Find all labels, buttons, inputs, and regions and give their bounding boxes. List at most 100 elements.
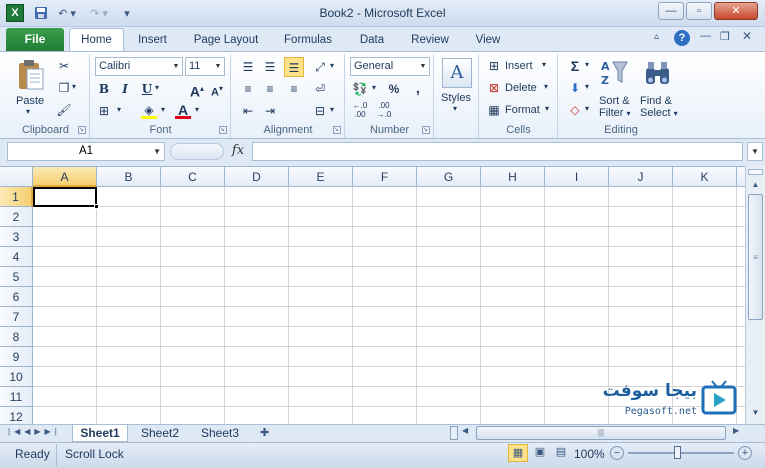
normal-view-icon[interactable]: ▦ <box>508 444 528 462</box>
insert-cells-icon[interactable]: ⊞ <box>484 56 504 76</box>
font-launcher-icon[interactable]: ↘ <box>219 126 227 134</box>
chevron-down-icon[interactable]: ▼ <box>170 58 182 75</box>
row-header-8[interactable]: 8 <box>0 327 33 347</box>
font-color-dropdown-icon[interactable]: ▾ <box>195 105 199 114</box>
wrap-text-icon[interactable]: ⏎ <box>310 79 330 99</box>
paste-icon[interactable] <box>14 57 48 93</box>
orientation-dropdown-icon[interactable]: ▾ <box>330 61 334 70</box>
tab-review[interactable]: Review <box>404 30 456 51</box>
zoom-out-icon[interactable]: − <box>610 446 624 460</box>
maximize-icon[interactable]: ▫ <box>686 2 712 20</box>
increase-indent-icon[interactable]: ⇥ <box>260 101 280 121</box>
format-cells-button[interactable]: Format <box>505 104 540 116</box>
number-format-combo[interactable]: General ▼ <box>350 57 430 76</box>
align-center-icon[interactable]: ≡ <box>260 79 280 99</box>
column-header-g[interactable]: G <box>417 167 481 187</box>
name-box[interactable]: A1 ▼ <box>7 142 165 161</box>
orientation-icon[interactable]: ⤢ <box>310 57 330 77</box>
find-select-dropdown-icon[interactable]: ▾ <box>674 109 678 118</box>
shrink-font-icon[interactable]: A▾ <box>207 79 227 99</box>
align-middle-icon[interactable]: ☰ <box>260 57 280 77</box>
row-header-1[interactable]: 1 <box>0 187 33 207</box>
column-header-b[interactable]: B <box>97 167 161 187</box>
alignment-launcher-icon[interactable]: ↘ <box>333 126 341 134</box>
tab-formulas[interactable]: Formulas <box>276 30 340 51</box>
decrease-decimal-icon[interactable]: .00 →.0 <box>374 101 394 121</box>
delete-cells-button[interactable]: Delete <box>505 82 537 94</box>
row-header-6[interactable]: 6 <box>0 287 33 307</box>
row-header-4[interactable]: 4 <box>0 247 33 267</box>
column-header-e[interactable]: E <box>289 167 353 187</box>
sort-filter-button[interactable]: Filter ▾ <box>599 107 631 119</box>
zoom-level[interactable]: 100% <box>574 447 605 461</box>
split-box-icon[interactable] <box>748 169 763 175</box>
insert-function-button[interactable]: fx <box>226 142 250 161</box>
scroll-right-icon[interactable]: ▶ <box>733 426 739 435</box>
italic-button[interactable]: I <box>115 79 135 99</box>
borders-icon[interactable]: ⊞ <box>94 101 114 121</box>
paste-dropdown-icon[interactable]: ▾ <box>26 107 30 116</box>
fill-color-icon[interactable]: ◈ <box>139 100 159 120</box>
minimize-ribbon-icon[interactable]: ▵ <box>654 31 659 42</box>
comma-style-button[interactable]: , <box>408 78 428 98</box>
sheet-nav-icons[interactable]: |◀◀▶▶| <box>8 427 61 436</box>
sheet-tab-1[interactable]: Sheet1 <box>72 425 128 442</box>
sort-filter-dropdown-icon[interactable]: ▾ <box>627 109 631 118</box>
column-header-h[interactable]: H <box>481 167 545 187</box>
align-top-icon[interactable]: ☰ <box>238 57 258 77</box>
column-header-j[interactable]: J <box>609 167 673 187</box>
row-header-7[interactable]: 7 <box>0 307 33 327</box>
column-header-k[interactable]: K <box>673 167 737 187</box>
cut-icon[interactable]: ✂ <box>54 56 74 76</box>
name-box-dropdown-icon[interactable]: ▼ <box>153 143 161 160</box>
bold-button[interactable]: B <box>94 79 114 99</box>
align-bottom-icon[interactable]: ☰ <box>284 57 304 77</box>
delete-cells-icon[interactable]: ⊠ <box>484 78 504 98</box>
format-dropdown-icon[interactable]: ▾ <box>545 104 549 113</box>
clipboard-launcher-icon[interactable]: ↘ <box>78 126 86 134</box>
insert-dropdown-icon[interactable]: ▾ <box>542 60 546 69</box>
find-select-icon[interactable] <box>643 58 673 88</box>
horizontal-scroll-thumb[interactable]: ||| <box>476 426 726 440</box>
copy-icon[interactable]: ❐ <box>54 78 74 98</box>
clear-icon[interactable]: ◇ <box>565 100 585 120</box>
align-right-icon[interactable]: ≡ <box>284 79 304 99</box>
clear-dropdown-icon[interactable]: ▾ <box>585 104 589 113</box>
column-header-d[interactable]: D <box>225 167 289 187</box>
insert-cells-button[interactable]: Insert <box>505 60 533 72</box>
format-cells-icon[interactable]: ▦ <box>484 100 504 120</box>
align-left-icon[interactable]: ≡ <box>238 79 258 99</box>
font-size-combo[interactable]: 11 ▼ <box>185 57 225 76</box>
workbook-restore-icon[interactable]: ❐ <box>720 30 730 43</box>
tab-page-layout[interactable]: Page Layout <box>186 30 266 51</box>
row-header-3[interactable]: 3 <box>0 227 33 247</box>
vertical-scroll-thumb[interactable]: ≡ <box>748 194 763 320</box>
chevron-down-icon[interactable]: ▼ <box>212 58 224 75</box>
scroll-left-icon[interactable]: ◀ <box>462 426 468 435</box>
font-name-combo[interactable]: Calibri ▼ <box>95 57 183 76</box>
page-break-view-icon[interactable]: ▤ <box>551 444 571 462</box>
find-select-button[interactable]: Select ▾ <box>640 107 678 119</box>
tab-file[interactable]: File <box>6 28 64 51</box>
tab-view[interactable]: View <box>466 30 510 51</box>
accounting-dropdown-icon[interactable]: ▾ <box>372 83 376 92</box>
column-header-a[interactable]: A <box>33 167 97 187</box>
scroll-down-icon[interactable]: ▼ <box>747 406 764 420</box>
formula-bar-splitter[interactable] <box>170 143 224 160</box>
page-layout-view-icon[interactable]: ▣ <box>530 444 550 462</box>
sheet-tab-2[interactable]: Sheet2 <box>132 425 188 442</box>
accounting-format-icon[interactable]: 💱 <box>350 79 370 99</box>
scroll-up-icon[interactable]: ▲ <box>747 178 764 192</box>
find-select-label[interactable]: Find & <box>640 95 672 107</box>
vertical-scrollbar[interactable]: ▲ ≡ ▼ <box>745 166 765 424</box>
tab-home[interactable]: Home <box>69 28 124 52</box>
chevron-down-icon[interactable]: ▼ <box>417 58 429 75</box>
fill-color-dropdown-icon[interactable]: ▾ <box>161 105 165 114</box>
zoom-slider-thumb[interactable] <box>674 446 681 459</box>
number-launcher-icon[interactable]: ↘ <box>422 126 430 134</box>
delete-dropdown-icon[interactable]: ▾ <box>544 82 548 91</box>
zoom-in-icon[interactable]: + <box>738 446 752 460</box>
sheet-tab-3[interactable]: Sheet3 <box>192 425 248 442</box>
close-icon[interactable]: ✕ <box>714 2 758 20</box>
underline-dropdown-icon[interactable]: ▾ <box>155 83 159 92</box>
